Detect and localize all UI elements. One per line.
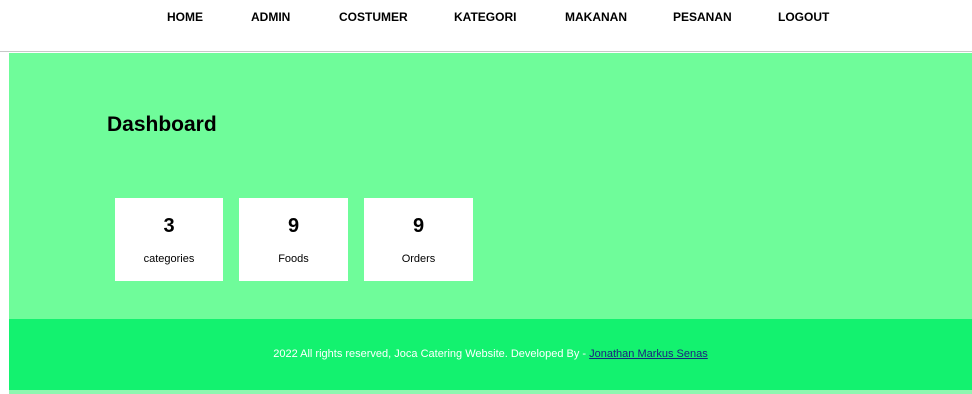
nav-costumer[interactable]: COSTUMER [339, 10, 408, 24]
developer-link[interactable]: Jonathan Markus Senas [589, 348, 708, 360]
footer-copyright: 2022 All rights reserved, Joca Catering … [9, 348, 972, 360]
footer: 2022 All rights reserved, Joca Catering … [9, 319, 972, 390]
nav-kategori[interactable]: KATEGORI [454, 10, 516, 24]
bottom-strip [9, 390, 972, 394]
foods-count: 9 [287, 215, 300, 237]
foods-label: Foods [278, 253, 309, 265]
orders-count: 9 [412, 215, 425, 237]
page-title: Dashboard [107, 113, 217, 136]
orders-card: 9 Orders [364, 198, 473, 281]
nav-home[interactable]: HOME [167, 10, 203, 24]
categories-label: categories [143, 253, 195, 265]
categories-card: 3 categories [115, 198, 223, 281]
nav-logout[interactable]: LOGOUT [778, 10, 829, 24]
footer-copyright-text: 2022 All rights reserved, Joca Catering … [273, 348, 590, 360]
foods-card: 9 Foods [239, 198, 348, 281]
dashboard-section: Dashboard 3 categories 9 Foods 9 Orders [9, 53, 972, 319]
nav-admin[interactable]: ADMIN [251, 10, 290, 24]
nav-makanan[interactable]: MAKANAN [565, 10, 627, 24]
categories-count: 3 [163, 215, 175, 237]
top-nav: HOME ADMIN COSTUMER KATEGORI MAKANAN PES… [0, 0, 972, 52]
nav-pesanan[interactable]: PESANAN [673, 10, 732, 24]
orders-label: Orders [401, 253, 436, 265]
